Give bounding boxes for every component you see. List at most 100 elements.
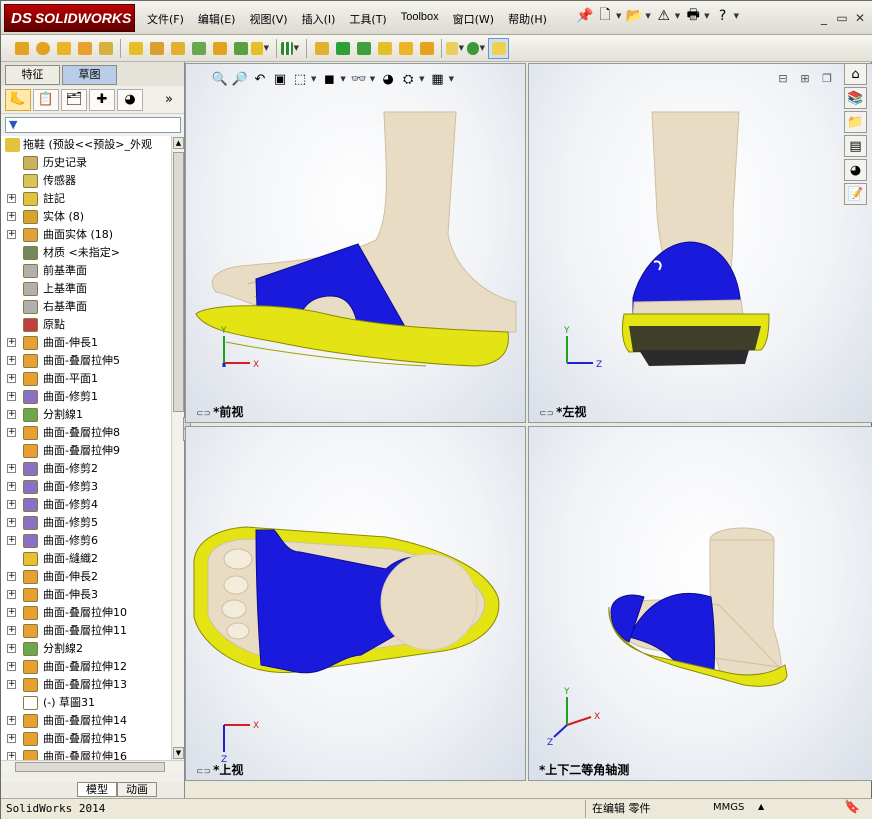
minimize-icon[interactable]: _ xyxy=(815,11,833,25)
tree-item[interactable]: + 曲面-叠層拉伸12 xyxy=(1,658,171,676)
surface-sweep-tool-icon[interactable] xyxy=(53,38,74,59)
expand-toggle-icon[interactable]: + xyxy=(7,482,16,491)
pattern-tool-icon[interactable]: ▼ xyxy=(281,38,302,59)
tree-item[interactable]: 材质 <未指定> xyxy=(1,244,171,262)
link-views-icon[interactable]: ⊂⊃ xyxy=(539,409,554,419)
expand-toggle-icon[interactable]: + xyxy=(7,590,16,599)
new-document-icon[interactable]: 🗋 xyxy=(595,6,615,26)
custom-properties-icon[interactable]: 📝 xyxy=(844,183,867,205)
hide-show-items-icon[interactable]: 👓 xyxy=(349,70,369,88)
property-manager-icon[interactable]: 📋 xyxy=(33,88,59,111)
viewport-restore-icon[interactable]: ❐ xyxy=(816,72,838,85)
tree-item[interactable]: + 曲面-叠層拉伸11 xyxy=(1,622,171,640)
view-palette-icon[interactable]: ▤ xyxy=(844,135,867,157)
expand-toggle-icon[interactable]: + xyxy=(7,212,16,221)
tab-sketch[interactable]: 草图 xyxy=(62,65,117,85)
viewport-top[interactable]: X Z ⊂⊃ *上视 xyxy=(185,426,526,781)
expand-toggle-icon[interactable]: + xyxy=(7,428,16,437)
dimxpert-manager-icon[interactable]: ✚ xyxy=(89,88,115,111)
quick-tips-icon[interactable]: 🔖 xyxy=(844,800,860,815)
view-orientation-dropdown-icon[interactable]: ▼ xyxy=(311,75,316,83)
tree-item[interactable]: + 曲面实体 (18) xyxy=(1,226,171,244)
hide-show-dropdown-icon[interactable]: ▼ xyxy=(370,75,375,83)
tree-item[interactable]: + 曲面-修剪2 xyxy=(1,460,171,478)
menu-file[interactable]: 文件(F) xyxy=(147,11,184,27)
tree-item[interactable]: + 曲面-修剪5 xyxy=(1,514,171,532)
fill-surface-tool-icon[interactable] xyxy=(188,38,209,59)
viewport-front[interactable]: X Y 🔍 🔎 ↶ ▣ ⬚ ▼ ◼ ▼ 👓 ▼ ◕ ⛭ ▼ ▦ ▼ ⊂⊃ *前视 xyxy=(185,63,526,423)
planar-surface-tool-icon[interactable] xyxy=(167,38,188,59)
viewport-top-label[interactable]: ⊂⊃ *上视 xyxy=(196,761,243,778)
configuration-manager-icon[interactable]: 🗂 xyxy=(61,88,87,111)
viewport-isometric[interactable]: X Y Z *上下二等角轴测 xyxy=(528,426,872,781)
solidworks-resources-icon[interactable]: ⌂ xyxy=(844,63,867,85)
ruled-surface-tool-icon[interactable] xyxy=(209,38,230,59)
close-icon[interactable]: ✕ xyxy=(851,11,869,25)
tree-item[interactable]: 右基準面 xyxy=(1,298,171,316)
trim-dropdown-icon[interactable]: ▼ xyxy=(264,44,269,52)
solidworks-logo[interactable]: DS SOLIDWORKS xyxy=(4,4,135,32)
help-dropdown-icon[interactable]: ▼ xyxy=(734,12,739,20)
viewport-left[interactable]: Z Y ⊟ ⊞ ❐ ✕ ⊂⊃*左视 xyxy=(528,63,872,423)
expand-toggle-icon[interactable]: + xyxy=(7,338,16,347)
status-unit-system[interactable]: MMGS xyxy=(713,802,744,813)
tree-item[interactable]: + 曲面-伸長3 xyxy=(1,586,171,604)
restore-icon[interactable]: ▭ xyxy=(833,11,851,25)
expand-toggle-icon[interactable]: + xyxy=(7,500,16,509)
tree-item[interactable]: 曲面-叠層拉伸9 xyxy=(1,442,171,460)
offset-surface-tool-icon[interactable] xyxy=(125,38,146,59)
view-orientation-icon[interactable]: ⬚ xyxy=(290,70,310,88)
feature-manager-icon[interactable]: 🦶 xyxy=(5,88,31,111)
apply-scene-dropdown-icon[interactable]: ▼ xyxy=(419,75,424,83)
expand-toggle-icon[interactable]: + xyxy=(7,644,16,653)
expand-toggle-icon[interactable]: + xyxy=(7,356,16,365)
thicken-tool-icon[interactable] xyxy=(311,38,332,59)
tree-item[interactable]: + 曲面-叠層拉伸13 xyxy=(1,676,171,694)
menu-tools[interactable]: 工具(T) xyxy=(349,11,386,27)
tree-item[interactable]: + 曲面-伸長1 xyxy=(1,334,171,352)
tree-item[interactable]: + 曲面-修剪6 xyxy=(1,532,171,550)
open-dropdown-icon[interactable]: ▼ xyxy=(645,12,650,20)
pin-icon[interactable]: 📌 xyxy=(575,6,595,26)
smart-dimension-tool-icon[interactable]: ▼ xyxy=(446,38,467,59)
tree-item[interactable]: + 曲面-叠層拉伸8 xyxy=(1,424,171,442)
curve-dropdown-icon[interactable]: ▼ xyxy=(480,44,485,52)
replace-face-tool-icon[interactable] xyxy=(332,38,353,59)
expand-toggle-icon[interactable]: + xyxy=(7,374,16,383)
scroll-thumb[interactable] xyxy=(173,152,184,412)
tree-item[interactable]: 前基準面 xyxy=(1,262,171,280)
tree-item[interactable]: 历史记录 xyxy=(1,154,171,172)
tree-item[interactable]: 曲面-縫織2 xyxy=(1,550,171,568)
surface-trim-tool-icon[interactable]: ▼ xyxy=(251,38,272,59)
surface-extrude-tool-icon[interactable] xyxy=(11,38,32,59)
surface-knit-tool-icon[interactable] xyxy=(230,38,251,59)
rebuild-dropdown-icon[interactable]: ▼ xyxy=(675,12,680,20)
viewport-iso-label[interactable]: *上下二等角轴测 xyxy=(539,761,629,778)
tree-item[interactable]: 传感器 xyxy=(1,172,171,190)
help-icon[interactable]: ? xyxy=(713,6,733,26)
tree-item[interactable]: + 曲面-叠層拉伸15 xyxy=(1,730,171,748)
view-settings-dropdown-icon[interactable]: ▼ xyxy=(449,75,454,83)
expand-toggle-icon[interactable]: + xyxy=(7,680,16,689)
curve-tool-icon[interactable]: ▼ xyxy=(467,38,488,59)
apply-scene-icon[interactable]: ⛭ xyxy=(398,70,418,88)
design-library-icon[interactable]: 📚 xyxy=(844,87,867,109)
link-views-icon[interactable]: ⊂⊃ xyxy=(196,409,211,419)
open-folder-icon[interactable]: 📂 xyxy=(624,6,644,26)
expand-toggle-icon[interactable]: + xyxy=(7,392,16,401)
display-manager-icon[interactable]: ◕ xyxy=(117,88,143,111)
display-style-icon[interactable]: ◼ xyxy=(319,70,339,88)
scroll-up-icon[interactable]: ▲ xyxy=(173,137,184,149)
tab-model[interactable]: 模型 xyxy=(77,782,117,797)
viewport-split-horizontal-icon[interactable]: ⊟ xyxy=(772,72,794,85)
new-dropdown-icon[interactable]: ▼ xyxy=(616,12,621,20)
previous-view-icon[interactable]: ↶ xyxy=(250,70,270,88)
tree-item[interactable]: 上基準面 xyxy=(1,280,171,298)
delete-face-tool-icon[interactable] xyxy=(353,38,374,59)
surface-revolve-tool-icon[interactable] xyxy=(32,38,53,59)
instant3d-tool-icon[interactable] xyxy=(488,37,509,59)
tree-item[interactable]: + 曲面-叠層拉伸16 xyxy=(1,748,171,760)
edit-appearance-icon[interactable]: ◕ xyxy=(378,70,398,88)
tree-item[interactable]: + 曲面-修剪1 xyxy=(1,388,171,406)
display-style-dropdown-icon[interactable]: ▼ xyxy=(340,75,345,83)
